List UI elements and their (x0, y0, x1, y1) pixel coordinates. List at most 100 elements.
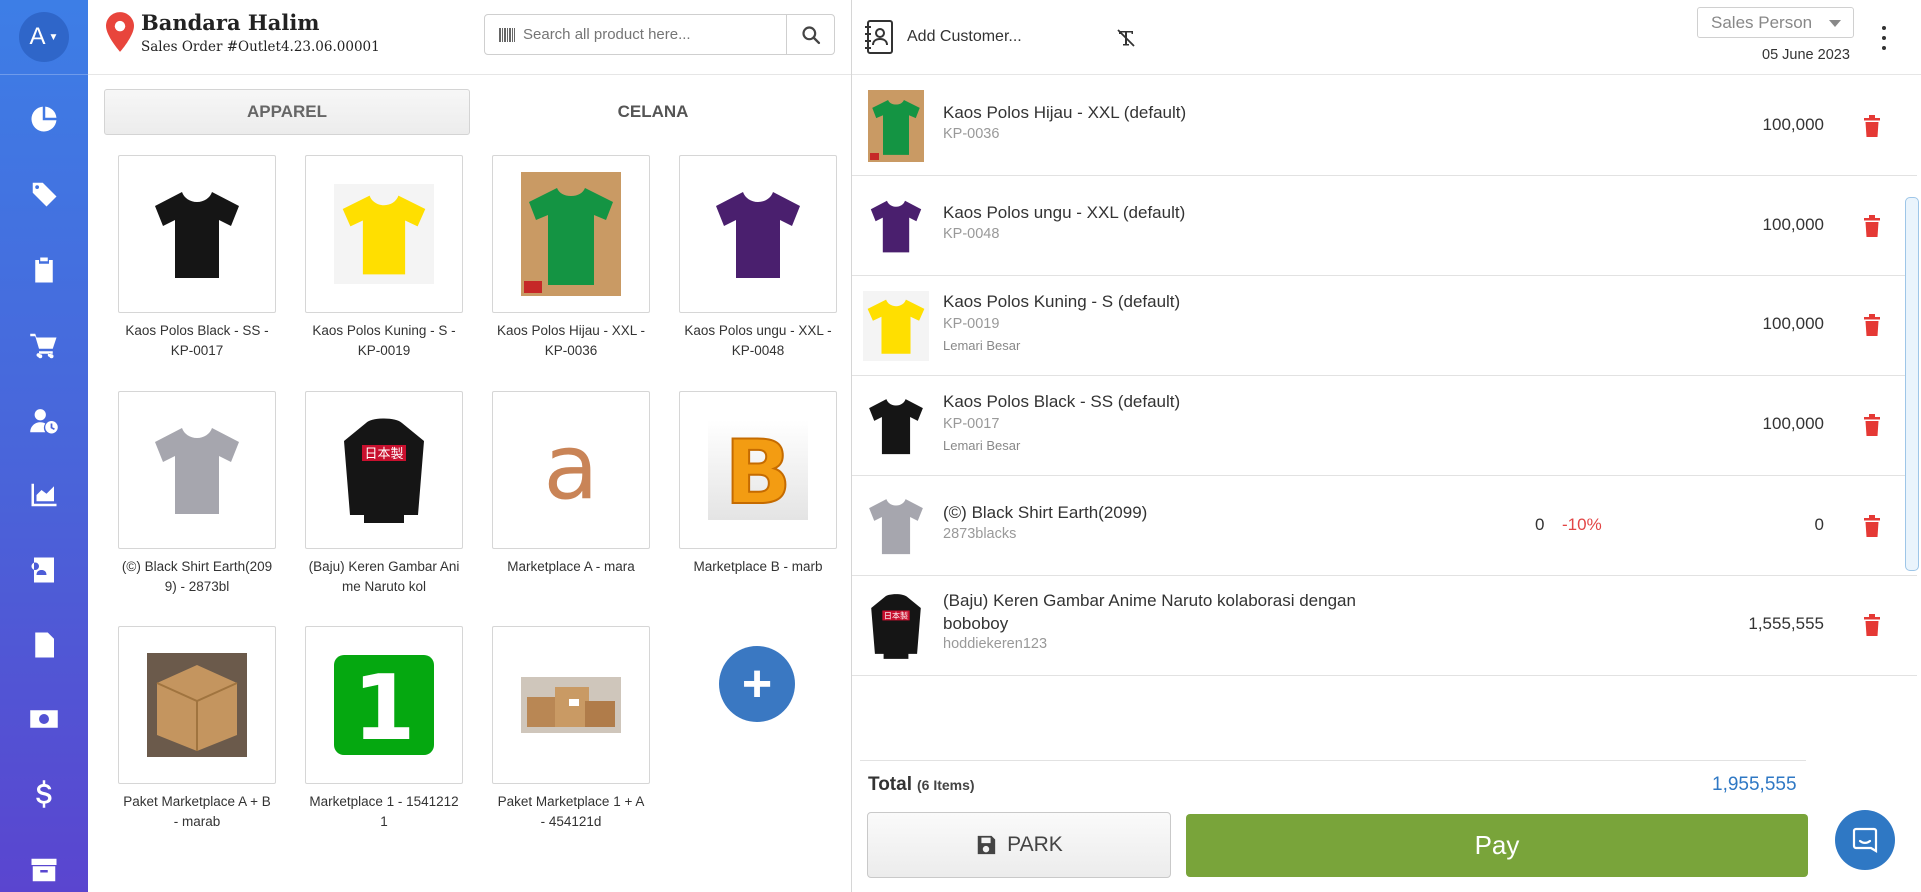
svg-text:1: 1 (353, 656, 416, 755)
black-tshirt-icon (869, 399, 923, 455)
sidebar-item-products[interactable] (0, 172, 88, 216)
area-chart-icon (31, 483, 57, 507)
avatar[interactable]: A ▼ (19, 12, 69, 62)
clear-format-icon[interactable] (1116, 28, 1136, 48)
cart-item-row[interactable]: Kaos Polos Black - SS (default) KP-0017 … (852, 376, 1917, 476)
delete-icon[interactable] (1863, 115, 1881, 137)
sidebar-item-customers[interactable] (0, 399, 88, 443)
brand-label (870, 153, 879, 160)
park-button[interactable]: PARK (867, 812, 1171, 878)
product-image (118, 391, 276, 549)
product-image (492, 626, 650, 784)
chat-support-button[interactable] (1835, 810, 1895, 870)
cart-item-row[interactable]: Kaos Polos ungu - XXL (default) KP-0048 … (852, 176, 1917, 276)
black-tshirt-image (155, 192, 239, 278)
product-name: (©) Black Shirt Earth(2099) - 2873bl (121, 559, 273, 594)
cart-item-discount[interactable]: -10% (1562, 515, 1602, 535)
product-image (118, 155, 276, 313)
search-button[interactable] (786, 15, 834, 54)
grey-tshirt-icon (869, 499, 923, 555)
product-card[interactable]: Paket Marketplace 1 + A - 454121d (492, 626, 650, 832)
product-name: Marketplace B - marb (693, 559, 823, 574)
letter-a-image: a (543, 420, 598, 520)
cart-item-qty[interactable]: 0 (1535, 515, 1544, 535)
product-name: Marketplace 1 - 15412121 (309, 794, 459, 829)
product-image: 1 (305, 626, 463, 784)
add-customer-link[interactable]: Add Customer... (907, 28, 1022, 46)
cart-item-row[interactable]: Kaos Polos Hijau - XXL (default) KP-0036… (852, 76, 1917, 176)
product-name: Kaos Polos ungu - XXL - KP-0048 (684, 323, 832, 358)
product-card[interactable]: (©) Black Shirt Earth(2099) - 2873bl (118, 391, 276, 597)
cart-item-price: 100,000 (1762, 115, 1824, 134)
tab-apparel[interactable]: APPAREL (104, 89, 470, 135)
sidebar-item-sales[interactable] (0, 323, 88, 367)
product-name: Marketplace A - mara (507, 559, 635, 574)
cart-scrollbar[interactable] (1905, 197, 1919, 571)
product-card[interactable]: B Marketplace B - marb (679, 391, 837, 577)
product-card[interactable]: 日本製 (Baju) Keren Gambar Anime Naruto kol (305, 391, 463, 597)
sidebar-item-orders[interactable] (0, 248, 88, 292)
green-tshirt-photo-image (529, 188, 613, 285)
cart-item-row[interactable]: 日本製 (Baju) Keren Gambar Anime Naruto kol… (852, 576, 1917, 676)
delete-icon[interactable] (1863, 614, 1881, 636)
cart-item-price: 100,000 (1762, 215, 1824, 234)
sidebar-item-cash[interactable] (0, 697, 88, 741)
clipboard-icon (35, 257, 53, 283)
sales-person-select[interactable]: Sales Person (1697, 7, 1854, 38)
customer-book-icon[interactable] (864, 20, 894, 54)
dropdown-arrow-icon (1829, 20, 1841, 27)
more-menu-icon[interactable] (1879, 26, 1889, 50)
product-card[interactable]: Kaos Polos Black - SS - KP-0017 (118, 155, 276, 361)
sidebar-item-contacts[interactable] (0, 548, 88, 592)
svg-text:a: a (543, 420, 598, 520)
cart-item-sku: hoddiekeren123 (943, 636, 1048, 652)
yellow-tshirt-image (342, 195, 426, 275)
sidebar-item-invoices[interactable] (0, 623, 88, 667)
svg-text:B: B (724, 425, 791, 515)
barcode-icon[interactable] (499, 27, 515, 42)
cart-item-sku: KP-0048 (943, 226, 1000, 242)
green-tshirt-photo-icon (872, 100, 920, 155)
user-clock-icon (30, 409, 58, 434)
tab-celana[interactable]: CELANA (470, 89, 836, 135)
product-card[interactable]: a Marketplace A - mara (492, 391, 650, 577)
grey-tshirt-image (155, 428, 239, 514)
delete-icon[interactable] (1863, 215, 1881, 237)
cart-item-row[interactable]: Kaos Polos Kuning - S (default) KP-0019 … (852, 276, 1917, 376)
caret-down-icon: ▼ (48, 31, 59, 43)
product-card[interactable]: 1 Marketplace 1 - 15412121 (305, 626, 463, 832)
cart-icon (30, 333, 57, 359)
sidebar-item-finance[interactable] (0, 772, 88, 816)
product-card[interactable]: Paket Marketplace A + B - marab (118, 626, 276, 832)
product-card[interactable]: Kaos Polos Kuning - S - KP-0019 (305, 155, 463, 361)
id-card-icon (31, 557, 54, 583)
total-divider (860, 760, 1806, 761)
sidebar-item-archive[interactable] (0, 848, 88, 892)
cart-item-image: 日本製 (864, 590, 928, 662)
sidebar-item-dashboard[interactable] (0, 97, 88, 141)
product-search (484, 14, 835, 55)
cart-item-price: 1,555,555 (1748, 614, 1824, 633)
delete-icon[interactable] (1863, 314, 1881, 336)
cart-item-row[interactable]: (©) Black Shirt Earth(2099) 2873blacks 0… (852, 476, 1917, 576)
cart-item-title: Kaos Polos Black - SS (default) (943, 392, 1181, 411)
svg-text:日本製: 日本製 (364, 447, 403, 462)
cart-item-price: 100,000 (1762, 314, 1824, 333)
cart-item-image (864, 90, 928, 162)
add-product-button[interactable]: + (719, 646, 795, 722)
cart-item-image (863, 290, 929, 362)
product-card[interactable]: Kaos Polos ungu - XXL - KP-0048 (679, 155, 837, 361)
image-frame (868, 90, 924, 162)
cart-item-title: (©) Black Shirt Earth(2099) (943, 503, 1148, 522)
purple-tshirt-image (716, 192, 800, 278)
delete-icon[interactable] (1863, 414, 1881, 436)
tag-icon (31, 182, 57, 207)
total-label: Total (868, 774, 912, 795)
archive-icon (31, 858, 57, 882)
product-card[interactable]: Kaos Polos Hijau - XXL - KP-0036 (492, 155, 650, 361)
pay-button[interactable]: Pay (1186, 814, 1808, 877)
delete-icon[interactable] (1863, 515, 1881, 537)
total-items-count: (6 Items) (917, 777, 975, 793)
search-input[interactable] (523, 26, 786, 43)
sidebar-item-reports[interactable] (0, 473, 88, 517)
